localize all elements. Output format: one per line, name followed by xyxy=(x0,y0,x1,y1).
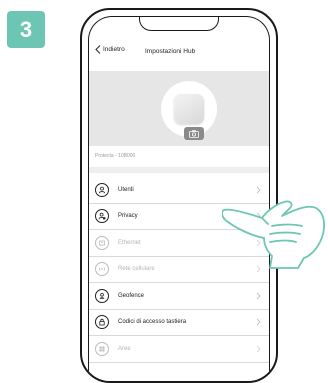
nav-bar: Indietro Impostazioni Hub xyxy=(89,37,269,72)
pointing-hand-icon xyxy=(222,200,325,269)
menu-item-label: Ethernet xyxy=(118,239,141,246)
menu-item-areas[interactable]: Aree xyxy=(89,336,269,363)
section-divider xyxy=(89,167,269,173)
chevron-right-icon xyxy=(256,318,261,326)
chevron-left-icon xyxy=(95,45,101,54)
geofence-icon xyxy=(95,288,109,303)
hub-hero xyxy=(89,71,269,146)
camera-icon xyxy=(189,129,199,138)
menu-item-label: Privacy xyxy=(118,213,138,220)
cellular-icon xyxy=(95,262,109,277)
phone-notch xyxy=(139,17,219,31)
step-badge: 3 xyxy=(7,11,45,48)
menu-item-label: Aree xyxy=(118,345,131,352)
menu-item-geofence[interactable]: Geofence xyxy=(89,283,269,310)
menu-item-label: Codici di accesso tastiera xyxy=(118,319,187,326)
privacy-icon xyxy=(95,209,109,224)
change-photo-button[interactable] xyxy=(184,127,204,140)
hub-device-image xyxy=(174,94,204,124)
keypad-lock-icon xyxy=(95,315,109,330)
users-icon xyxy=(95,182,109,197)
hub-name: Protecta - 10B000 xyxy=(95,153,136,159)
menu-item-keypad-codes[interactable]: Codici di accesso tastiera xyxy=(89,310,269,336)
back-button[interactable]: Indietro xyxy=(95,45,125,54)
back-label: Indietro xyxy=(103,46,125,53)
page-title: Impostazioni Hub xyxy=(145,48,196,55)
chevron-right-icon xyxy=(256,345,261,353)
chevron-right-icon xyxy=(256,292,261,300)
menu-item-label: Geofence xyxy=(118,292,145,299)
chevron-right-icon xyxy=(256,186,261,194)
menu-item-label: Utenti xyxy=(118,186,134,193)
areas-icon xyxy=(95,341,109,356)
menu-item-label: Rete cellulare xyxy=(118,266,155,273)
ethernet-icon xyxy=(95,235,109,250)
